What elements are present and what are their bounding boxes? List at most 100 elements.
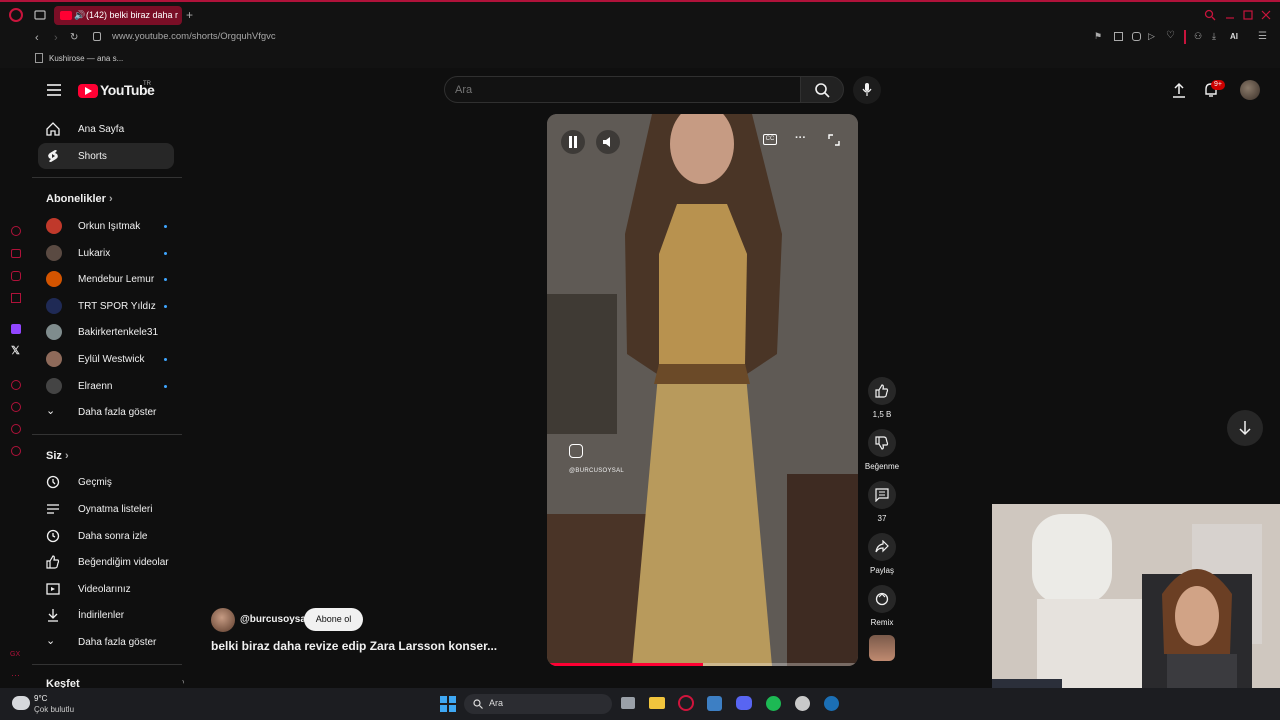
maximize-icon[interactable] bbox=[1242, 9, 1256, 23]
channel-avatar[interactable] bbox=[211, 608, 235, 632]
nav-liked-videos[interactable]: Beğendiğim videolar bbox=[38, 549, 174, 575]
bookmark-icon[interactable]: ⚑ bbox=[1094, 31, 1102, 42]
subscribe-button[interactable]: Abone ol bbox=[304, 608, 363, 631]
download-icon[interactable]: ⤓ bbox=[1212, 31, 1216, 42]
back-icon[interactable]: ‹ bbox=[35, 32, 49, 46]
menu-icon[interactable]: ☰ bbox=[1258, 31, 1267, 42]
nav-downloads[interactable]: İndirilenler bbox=[38, 602, 174, 628]
spotify-icon[interactable] bbox=[766, 696, 781, 711]
file-explorer-icon[interactable] bbox=[649, 697, 665, 709]
play-icon[interactable]: ▷ bbox=[1148, 31, 1155, 42]
avatar[interactable] bbox=[1240, 80, 1260, 100]
share-icon bbox=[875, 540, 889, 553]
sub-item[interactable]: Bakirkertenkele31 bbox=[38, 319, 174, 345]
url-field[interactable]: www.youtube.com/shorts/OrgquhVfgvc bbox=[112, 31, 276, 42]
pause-button[interactable] bbox=[561, 130, 585, 154]
x-icon[interactable]: 𝕏 bbox=[11, 344, 20, 357]
ai-button[interactable]: AI bbox=[1230, 32, 1238, 41]
lock-icon[interactable] bbox=[93, 32, 101, 41]
history-sidebar-icon[interactable] bbox=[11, 402, 21, 412]
windows-start-icon[interactable] bbox=[440, 696, 456, 712]
show-more-you[interactable]: ⌄ Daha fazla göster bbox=[38, 629, 174, 655]
scroll-up-icon[interactable]: ˄ bbox=[182, 112, 184, 115]
minimize-icon[interactable] bbox=[1224, 9, 1238, 23]
thumbs-up-icon bbox=[875, 384, 889, 398]
sub-item[interactable]: Mendebur Lemur bbox=[38, 266, 174, 292]
show-more-subs[interactable]: ⌄ Daha fazla göster bbox=[38, 399, 174, 425]
volume-button[interactable] bbox=[596, 130, 620, 154]
search-button[interactable] bbox=[800, 76, 844, 103]
captions-icon[interactable]: CC bbox=[763, 134, 777, 145]
bookmark-item[interactable]: Kushirose — ana s... bbox=[49, 54, 123, 63]
sub-item[interactable]: Orkun Işıtmak bbox=[38, 213, 174, 239]
explore-header[interactable]: Keşfet bbox=[46, 678, 80, 688]
steam-icon[interactable] bbox=[824, 696, 839, 711]
new-tab-icon[interactable]: + bbox=[186, 8, 200, 22]
opera-logo-icon[interactable] bbox=[9, 8, 23, 22]
settings-icon[interactable] bbox=[11, 446, 21, 456]
subscriptions-header[interactable]: Abonelikler › bbox=[46, 193, 113, 205]
nav-home[interactable]: Ana Sayfa bbox=[38, 116, 174, 142]
more-options-icon[interactable]: ··· bbox=[795, 132, 806, 144]
sub-item[interactable]: Lukarix bbox=[38, 240, 174, 266]
share-button[interactable] bbox=[868, 533, 896, 561]
comments-button[interactable] bbox=[868, 481, 896, 509]
nav-shorts[interactable]: Shorts bbox=[38, 143, 174, 169]
heart-icon[interactable]: ♡ bbox=[1166, 30, 1175, 41]
fullscreen-icon[interactable] bbox=[828, 134, 840, 146]
instagram-icon[interactable] bbox=[11, 271, 21, 281]
voice-search-button[interactable] bbox=[853, 76, 881, 104]
search-input[interactable] bbox=[444, 76, 801, 103]
tab-overview-icon[interactable] bbox=[34, 9, 48, 23]
sound-thumbnail[interactable] bbox=[869, 635, 895, 661]
sub-item[interactable]: Eylül Westwick bbox=[38, 346, 174, 372]
taskbar-search[interactable]: Ara bbox=[464, 694, 612, 714]
scroll-down-icon[interactable]: ˅ bbox=[182, 678, 184, 687]
opera-gx-icon[interactable] bbox=[678, 695, 694, 711]
sub-item[interactable]: TRT SPOR Yıldız bbox=[38, 293, 174, 319]
speaker-icon[interactable]: 🔊 bbox=[74, 6, 85, 25]
divider bbox=[32, 664, 182, 665]
extensions-icon[interactable] bbox=[11, 424, 21, 434]
nav-playlists[interactable]: Oynatma listeleri bbox=[38, 496, 174, 522]
region-label: TR bbox=[143, 81, 151, 87]
forward-icon[interactable]: › bbox=[54, 32, 68, 46]
player-icon[interactable] bbox=[11, 380, 21, 390]
messenger-icon[interactable] bbox=[11, 293, 21, 303]
next-short-button[interactable] bbox=[1227, 410, 1263, 446]
close-window-icon[interactable] bbox=[1260, 9, 1274, 23]
discord-icon[interactable] bbox=[736, 696, 752, 710]
account-icon[interactable]: ⚇ bbox=[1194, 31, 1202, 42]
nav-history[interactable]: Geçmiş bbox=[38, 469, 174, 495]
sub-item[interactable]: Elraenn bbox=[38, 373, 174, 399]
you-header[interactable]: Siz › bbox=[46, 450, 69, 462]
like-button[interactable] bbox=[868, 377, 896, 405]
upload-icon[interactable] bbox=[1172, 82, 1186, 98]
short-video-player[interactable]: CC ··· @BURCUSOYSAL bbox=[547, 114, 858, 666]
task-view-icon[interactable] bbox=[621, 697, 635, 709]
progress-track[interactable] bbox=[547, 663, 858, 666]
search-icon bbox=[473, 699, 483, 709]
ai-sidebar-icon[interactable] bbox=[11, 226, 21, 236]
twitch-icon[interactable] bbox=[11, 324, 21, 334]
nav-watch-later[interactable]: Daha sonra izle bbox=[38, 523, 174, 549]
dislike-button[interactable] bbox=[868, 429, 896, 457]
reload-icon[interactable]: ↻ bbox=[70, 32, 84, 46]
remix-button[interactable] bbox=[868, 585, 896, 613]
short-title[interactable]: belki biraz daha revize edip Zara Larsso… bbox=[211, 639, 541, 653]
youtube-logo[interactable]: YouTube TR bbox=[78, 81, 158, 100]
video-watermark: @BURCUSOYSAL bbox=[569, 468, 625, 474]
channel-name[interactable]: @burcusoysal bbox=[240, 614, 309, 625]
snapshot-icon[interactable] bbox=[1114, 32, 1123, 41]
shop-icon[interactable] bbox=[11, 249, 21, 258]
more-icon[interactable]: ··· bbox=[11, 670, 20, 680]
nav-your-videos[interactable]: Videolarınız bbox=[38, 576, 174, 602]
browser-tab-active[interactable]: 🔊 (142) belki biraz daha r bbox=[54, 6, 182, 25]
hamburger-menu-icon[interactable] bbox=[46, 83, 62, 97]
weather-cloud-icon[interactable] bbox=[12, 696, 30, 710]
gx-icon[interactable]: GX bbox=[10, 651, 20, 658]
search-tabs-icon[interactable] bbox=[1204, 9, 1218, 23]
app-icon[interactable] bbox=[707, 696, 722, 711]
settings-icon[interactable] bbox=[795, 696, 810, 711]
shield-icon[interactable] bbox=[1132, 32, 1141, 41]
